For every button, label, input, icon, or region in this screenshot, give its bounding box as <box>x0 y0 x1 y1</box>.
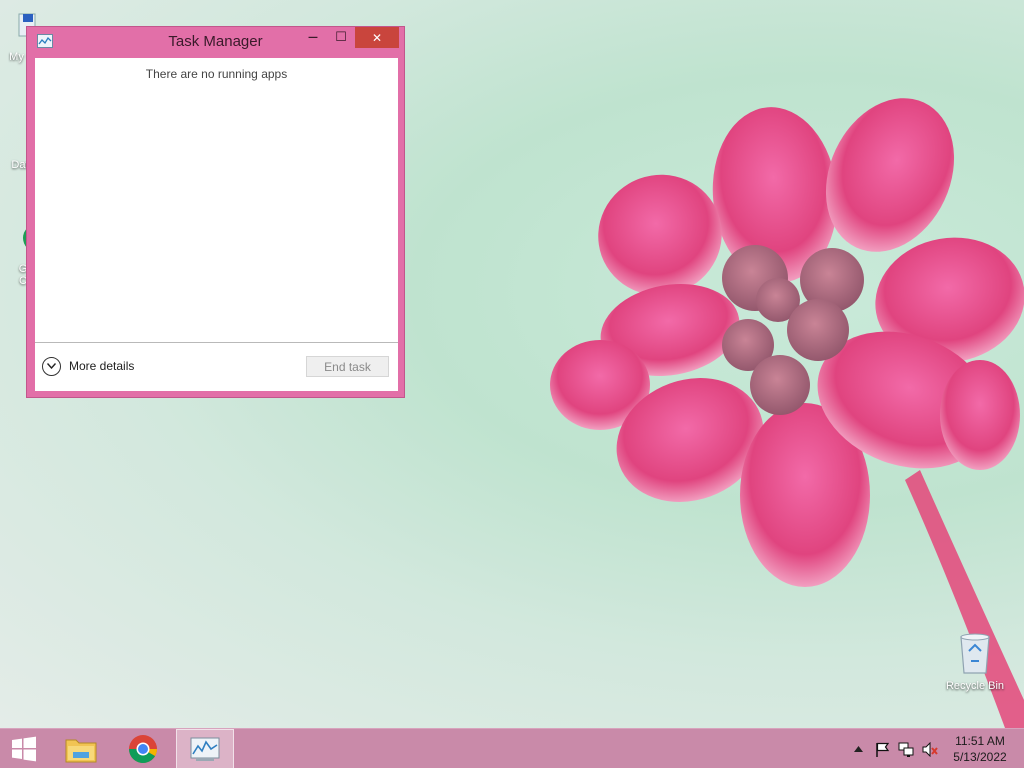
taskbar-clock[interactable]: 11:51 AM 5/13/2022 <box>948 733 1012 765</box>
task-manager-content: There are no running apps More details E… <box>35 58 398 391</box>
volume-button[interactable] <box>922 741 938 757</box>
taskbar-chrome[interactable] <box>115 729 171 768</box>
more-details-button[interactable]: More details <box>42 356 134 376</box>
clock-date: 5/13/2022 <box>953 750 1007 764</box>
start-button[interactable] <box>0 729 48 768</box>
chrome-icon <box>129 735 157 763</box>
close-button[interactable]: ✕ <box>355 27 399 48</box>
minimize-button[interactable]: — <box>299 27 327 48</box>
end-task-button[interactable]: End task <box>306 356 389 377</box>
task-manager-window[interactable]: Task Manager — ☐ ✕ There are no running … <box>26 26 405 398</box>
minimize-icon: — <box>308 32 318 43</box>
show-hidden-icons-button[interactable] <box>850 741 866 757</box>
clock-time: 11:51 AM <box>955 734 1005 748</box>
taskbar-file-explorer[interactable] <box>53 729 109 768</box>
maximize-icon: ☐ <box>335 30 347 45</box>
recycle-bin-icon <box>960 633 990 674</box>
action-center-button[interactable] <box>874 741 890 757</box>
taskbar-task-manager[interactable] <box>176 729 234 768</box>
chevron-up-icon <box>853 746 863 752</box>
network-button[interactable] <box>898 741 914 757</box>
maximize-button[interactable]: ☐ <box>327 27 355 48</box>
folder-icon <box>65 739 97 763</box>
divider <box>35 342 398 343</box>
flag-icon <box>876 742 889 757</box>
title-bar[interactable]: Task Manager — ☐ ✕ <box>27 27 404 57</box>
taskbar: 11:51 AM 5/13/2022 <box>0 728 1024 768</box>
task-manager-icon <box>190 737 220 761</box>
no-apps-message: There are no running apps <box>145 67 288 81</box>
close-icon: ✕ <box>371 30 383 45</box>
volume-muted-icon <box>922 741 938 757</box>
windows-logo-icon <box>12 736 36 762</box>
more-details-label: More details <box>69 359 135 373</box>
chevron-down-icon <box>42 356 61 376</box>
recycle-bin-label: Recycle Bin <box>945 680 1005 692</box>
network-icon <box>898 742 914 757</box>
desktop-icon-recycle-bin[interactable]: Recycle Bin <box>940 631 1010 692</box>
